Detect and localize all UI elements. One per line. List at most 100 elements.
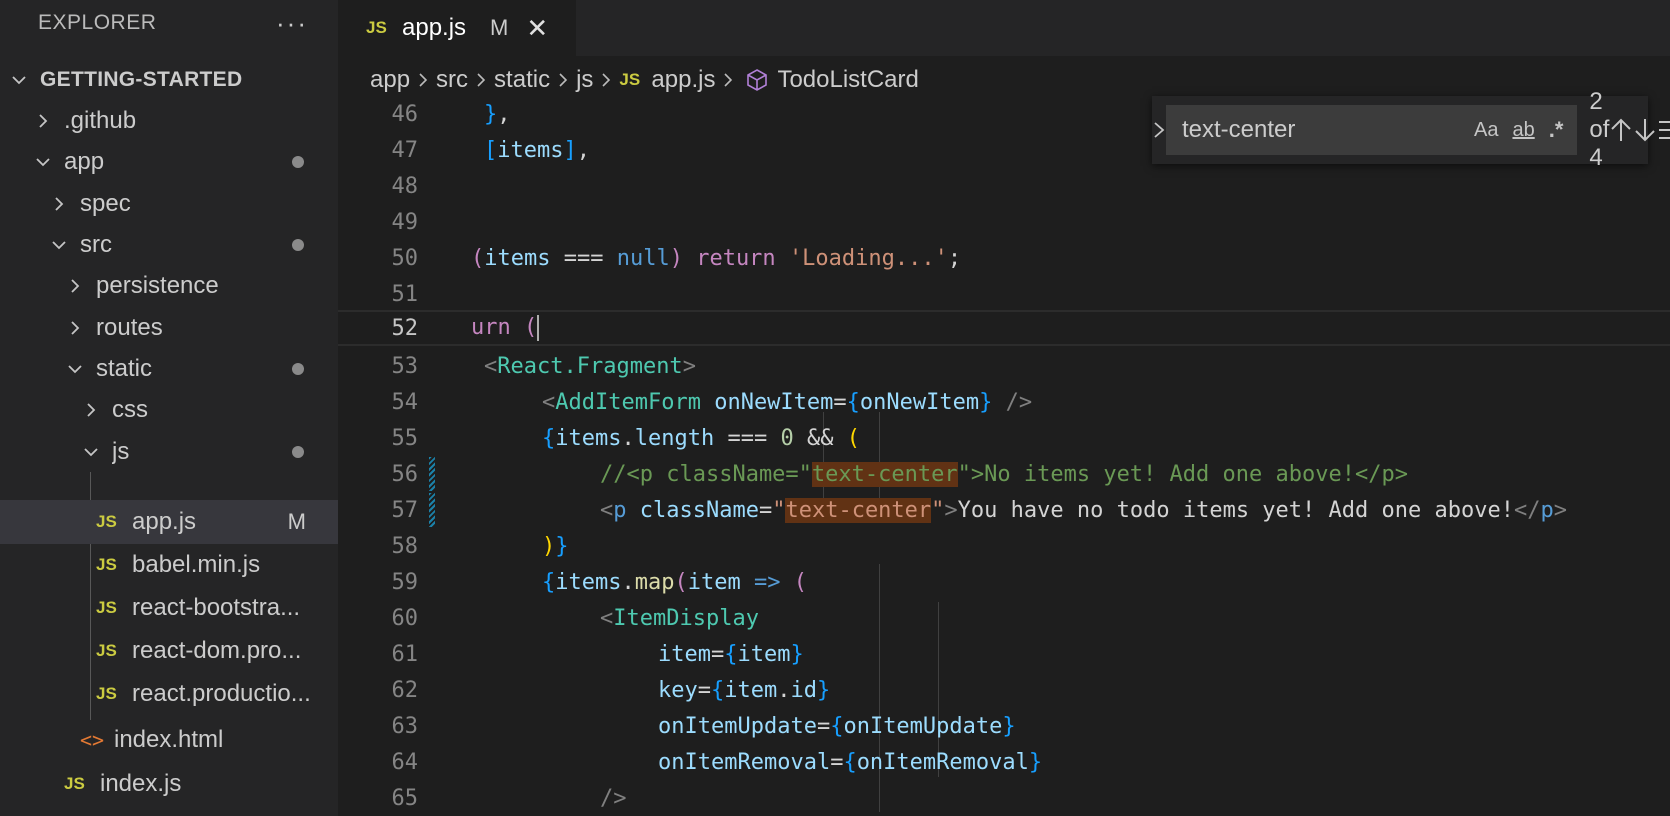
code-text: (items === null) return 'Loading...'; xyxy=(471,245,962,271)
code-line: 56 //<p className="text-center">No items… xyxy=(338,456,1670,492)
tree-root-getting-started[interactable]: GETTING-STARTED xyxy=(0,58,338,102)
tree-item-src[interactable]: src xyxy=(0,223,338,267)
chevron-down-icon xyxy=(34,154,52,170)
code-editor[interactable]: 46 }, 47 [items], 48 49 50 (items === nu… xyxy=(338,104,1670,816)
code-text: //<p className="text-center">No items ye… xyxy=(600,461,1408,487)
code-text: <AddItemForm onNewItem={onNewItem} /> xyxy=(542,389,1033,415)
chevron-right-icon xyxy=(82,402,100,418)
tree-item-routes[interactable]: routes xyxy=(0,306,338,350)
line-number: 64 xyxy=(391,749,419,775)
tree-item-css[interactable]: css xyxy=(0,388,338,432)
editor-tab-bar: JS app.js M ✕ xyxy=(338,0,1670,56)
match-case-icon[interactable]: Aa xyxy=(1474,119,1498,142)
tree-item-babel-min-js[interactable]: JS babel.min.js xyxy=(0,543,338,587)
find-match-count: 2 of 4 xyxy=(1589,88,1610,171)
find-in-selection-icon[interactable] xyxy=(1657,119,1670,141)
previous-match-icon[interactable] xyxy=(1609,117,1633,143)
next-match-icon[interactable] xyxy=(1633,117,1657,143)
code-line: 55 {items.length === 0 && ( xyxy=(338,420,1670,456)
tree-item-index-js[interactable]: JS index.js xyxy=(0,762,338,806)
more-actions-icon[interactable]: ··· xyxy=(276,8,308,39)
tree-item-persistence[interactable]: persistence xyxy=(0,264,338,308)
html-file-icon: <> xyxy=(80,728,105,752)
line-number: 46 xyxy=(391,104,419,127)
code-line: 48 xyxy=(338,168,1670,204)
sidebar-title: EXPLORER xyxy=(38,11,157,34)
find-input[interactable] xyxy=(1180,115,1474,145)
code-text: <p className="text-center">You have no t… xyxy=(600,497,1567,523)
breadcrumb-symbol[interactable]: TodoListCard xyxy=(777,66,918,94)
line-number: 58 xyxy=(391,533,419,559)
tree-item-label: react-dom.pro... xyxy=(132,637,302,664)
code-line: 63 onItemUpdate={onItemUpdate} xyxy=(338,708,1670,744)
breadcrumb-item[interactable]: src xyxy=(436,66,468,94)
close-tab-icon[interactable]: ✕ xyxy=(526,13,548,44)
code-line: 50 (items === null) return 'Loading...'; xyxy=(338,240,1670,276)
modified-line-gutter xyxy=(429,493,435,527)
tree-item-label: routes xyxy=(96,314,163,341)
tree-item-react-production[interactable]: JS react.productio... xyxy=(0,672,338,716)
breadcrumb-item[interactable]: static xyxy=(494,66,550,94)
chevron-right-icon xyxy=(50,196,68,212)
chevron-down-icon xyxy=(10,72,28,88)
tree-item-label: index.html xyxy=(114,726,224,753)
breadcrumb-file[interactable]: app.js xyxy=(651,66,715,94)
line-number: 62 xyxy=(391,677,419,703)
tree-item-label: index.js xyxy=(100,770,182,797)
tree-item-label: app.js xyxy=(132,508,197,535)
code-line: 57 <p className="text-center">You have n… xyxy=(338,492,1670,528)
code-line: 58 )} xyxy=(338,528,1670,564)
javascript-file-icon: JS xyxy=(64,774,85,793)
use-regex-icon[interactable]: .* xyxy=(1549,117,1564,143)
tab-label: app.js xyxy=(402,14,467,41)
tree-item-spec[interactable]: spec xyxy=(0,182,338,226)
tree-item-github[interactable]: .github xyxy=(0,99,338,143)
tree-root-label: GETTING-STARTED xyxy=(40,68,243,91)
code-text: onItemRemoval={onItemRemoval} xyxy=(658,749,1043,775)
code-text: key={item.id} xyxy=(658,677,831,703)
tree-item-react-dom[interactable]: JS react-dom.pro... xyxy=(0,629,338,673)
chevron-right-icon xyxy=(416,73,430,87)
line-number: 63 xyxy=(391,713,419,739)
line-number: 57 xyxy=(391,497,419,523)
code-line: 61 item={item} xyxy=(338,636,1670,672)
code-text: {items.map(item => ( xyxy=(542,569,807,595)
tab-app-js[interactable]: JS app.js M ✕ xyxy=(338,0,576,56)
line-number: 61 xyxy=(391,641,419,667)
line-number: 65 xyxy=(391,785,419,811)
text-cursor xyxy=(537,315,540,341)
chevron-down-icon xyxy=(50,237,68,253)
line-number: 60 xyxy=(391,605,419,631)
toggle-replace-chevron-icon[interactable] xyxy=(1152,121,1166,139)
code-line: 64 onItemRemoval={onItemRemoval} xyxy=(338,744,1670,780)
tree-item-app[interactable]: app xyxy=(0,140,338,184)
tree-item-index-html[interactable]: <> index.html xyxy=(0,718,338,762)
tree-item-label: spec xyxy=(80,190,131,217)
line-number: 59 xyxy=(391,569,419,595)
code-text: urn ( xyxy=(471,315,540,341)
tree-item-js[interactable]: js xyxy=(0,430,338,474)
match-whole-word-icon[interactable]: ab xyxy=(1512,119,1534,142)
code-line: 49 xyxy=(338,204,1670,240)
line-number: 55 xyxy=(391,425,419,451)
code-text: /> xyxy=(600,785,627,811)
code-text: [items], xyxy=(484,137,590,163)
tree-item-static[interactable]: static xyxy=(0,347,338,391)
sidebar-header: EXPLORER ··· xyxy=(0,0,338,46)
explorer-sidebar: EXPLORER ··· GETTING-STARTED .github app… xyxy=(0,0,338,816)
line-number: 53 xyxy=(391,353,419,379)
tree-item-app-js[interactable]: JS app.js M xyxy=(0,500,338,544)
code-line: 53 <React.Fragment> xyxy=(338,348,1670,384)
breadcrumb-item[interactable]: app xyxy=(370,66,410,94)
line-number: 47 xyxy=(391,137,419,163)
code-line: 62 key={item.id} xyxy=(338,672,1670,708)
find-input-box: Aa ab .* xyxy=(1166,105,1578,155)
tree-item-react-bootstrap[interactable]: JS react-bootstra... xyxy=(0,586,338,630)
code-text: <React.Fragment> xyxy=(484,353,696,379)
modified-dot-icon xyxy=(292,239,304,251)
javascript-file-icon: JS xyxy=(96,555,117,574)
code-line: 59 {items.map(item => ( xyxy=(338,564,1670,600)
chevron-right-icon xyxy=(66,320,84,336)
breadcrumb-item[interactable]: js xyxy=(576,66,593,94)
javascript-file-icon: JS xyxy=(366,18,387,37)
